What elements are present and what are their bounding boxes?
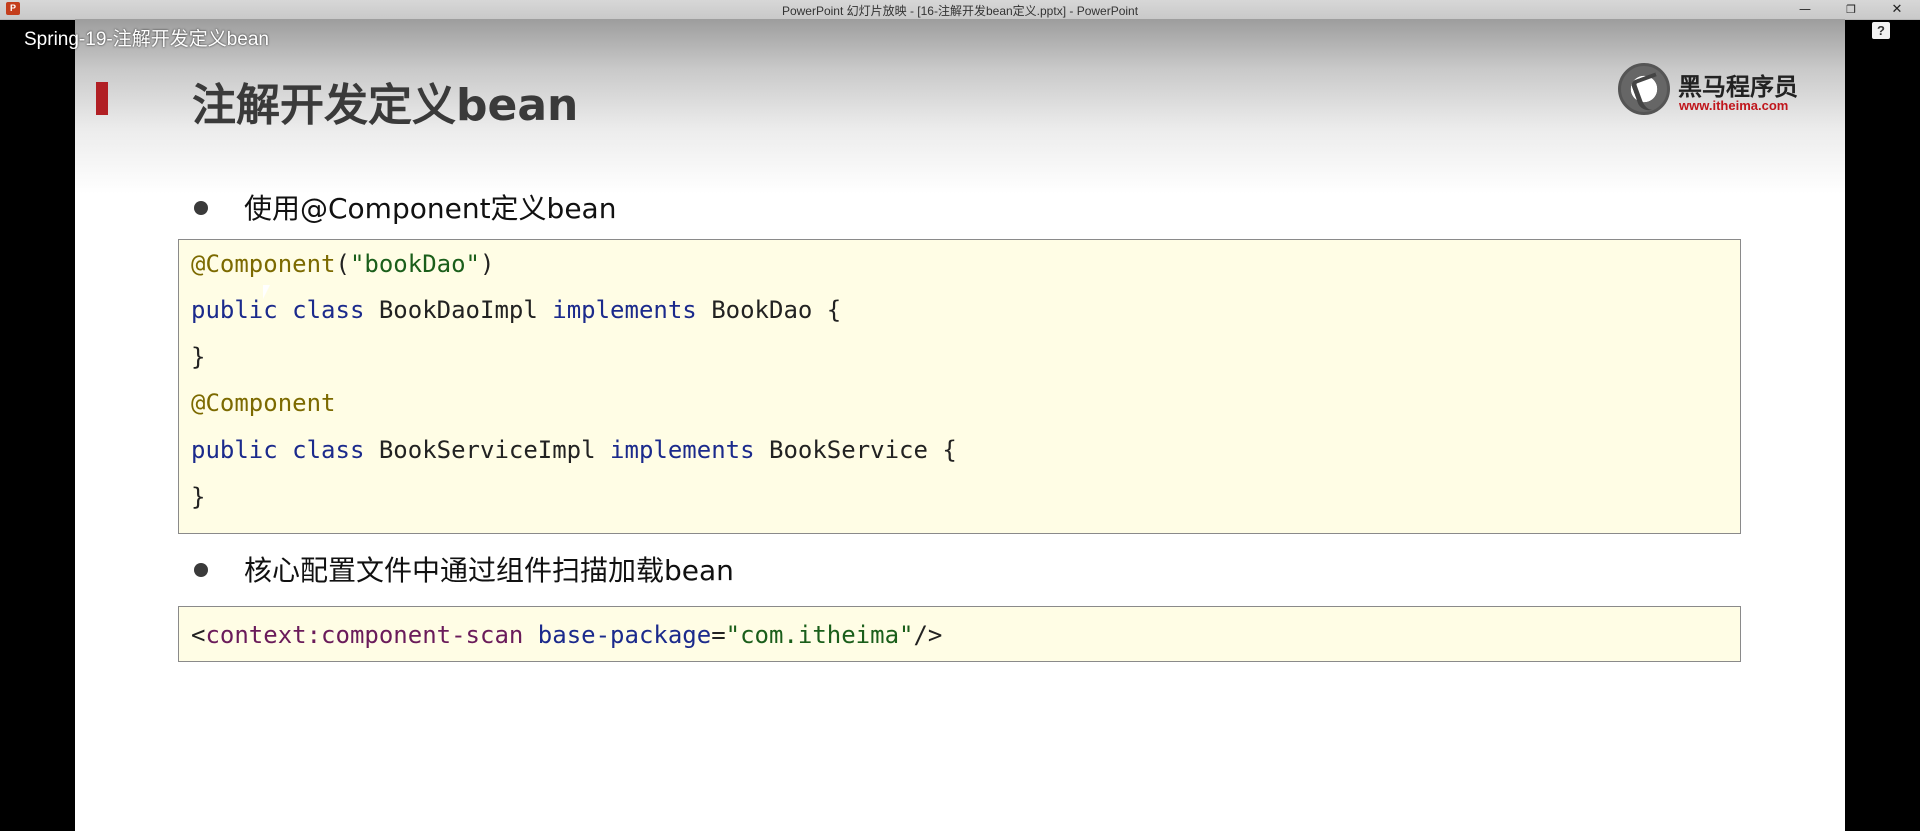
horse-emblem-icon bbox=[1618, 63, 1670, 115]
minimize-button[interactable]: — bbox=[1782, 0, 1828, 19]
restore-button[interactable]: ❐ bbox=[1828, 0, 1874, 19]
code-block-component: @Component("bookDao") public class BookD… bbox=[178, 239, 1741, 534]
code-line-3: } bbox=[191, 343, 206, 371]
window-titlebar: P PowerPoint 幻灯片放映 - [16-注解开发bean定义.pptx… bbox=[0, 0, 1920, 20]
bullet-item-component: 使用@Component定义bean bbox=[244, 192, 617, 225]
code-line-4: @Component bbox=[191, 389, 336, 417]
itheima-logo: 黑马程序员 www.itheima.com bbox=[1618, 63, 1808, 118]
code-string: "bookDao" bbox=[349, 250, 480, 278]
code-line-xml: <context:component-scan base-package="co… bbox=[191, 621, 943, 649]
bullet-item-component-scan: 核心配置文件中通过组件扫描加载bean bbox=[244, 554, 734, 587]
slide-title: 注解开发定义bean bbox=[192, 80, 579, 131]
code-line-2: public class BookDaoImpl implements Book… bbox=[191, 296, 842, 324]
mouse-cursor-icon bbox=[262, 284, 277, 300]
code-annotation: @Component bbox=[191, 250, 336, 278]
close-button[interactable]: ✕ bbox=[1874, 0, 1920, 19]
help-icon[interactable]: ? bbox=[1872, 22, 1890, 39]
code-line-1: @Component("bookDao") bbox=[191, 250, 495, 278]
video-title: Spring-19-注解开发定义bean bbox=[24, 29, 269, 50]
title-accent-bar bbox=[96, 82, 108, 115]
code-line-5: public class BookServiceImpl implements … bbox=[191, 436, 957, 464]
window-title: PowerPoint 幻灯片放映 - [16-注解开发bean定义.pptx] … bbox=[781, 4, 1139, 18]
bullet-dot-icon bbox=[194, 201, 208, 215]
code-line-6: } bbox=[191, 483, 206, 511]
bullet-dot-icon bbox=[194, 563, 208, 577]
logo-url: www.itheima.com bbox=[1679, 98, 1789, 113]
code-block-component-scan: <context:component-scan base-package="co… bbox=[178, 606, 1741, 662]
logo-name: 黑马程序员 bbox=[1678, 73, 1798, 101]
slide: 注解开发定义bean 黑马程序员 www.itheima.com 使用@Comp… bbox=[75, 19, 1845, 831]
